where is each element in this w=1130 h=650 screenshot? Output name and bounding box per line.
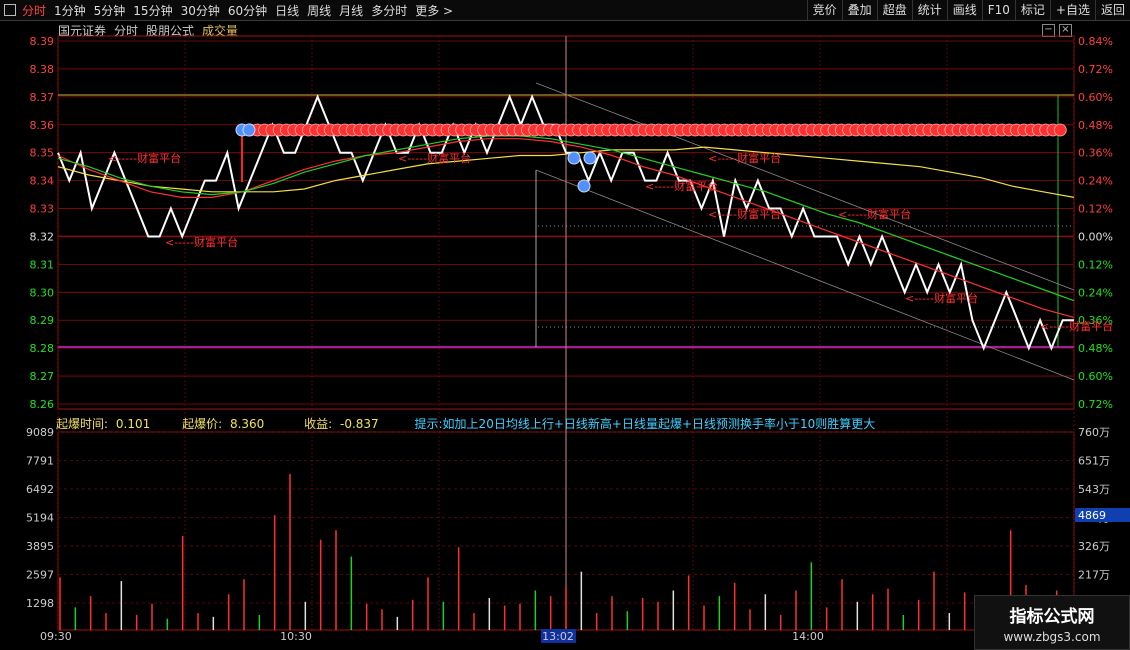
- signal-info-bar: 起爆时间: 0.101 起爆价: 8.360 收益: -0.837 提示:如加上…: [56, 415, 879, 431]
- price-tick-label: 8.31: [30, 258, 55, 271]
- volume-tick-label: 5194: [26, 512, 54, 525]
- price-tick-label: 8.26: [30, 398, 55, 411]
- blue-signal-dot: [242, 123, 256, 137]
- profit-value: -0.837: [340, 417, 379, 431]
- pct-tick-label: 0.36%: [1078, 147, 1113, 160]
- blue-signal-dot: [577, 179, 591, 193]
- platform-annotation: <-----财富平台: [108, 151, 181, 165]
- explode-price-label: 起爆价:: [182, 417, 223, 431]
- price-tick-label: 8.35: [30, 147, 55, 160]
- price-tick-label: 8.33: [30, 203, 55, 216]
- platform-annotation: <-----财富平台: [708, 151, 781, 165]
- profit-label: 收益:: [304, 417, 333, 431]
- price-tick-label: 8.37: [30, 91, 55, 104]
- price-tick-label: 8.39: [30, 35, 55, 48]
- price-tick-label: 8.27: [30, 370, 55, 383]
- blue-signal-dot: [583, 151, 597, 165]
- price-tick-label: 8.36: [30, 119, 55, 132]
- watermark-title: 指标公式网: [1009, 607, 1095, 627]
- price-tick-label: 8.29: [30, 314, 55, 327]
- time-tick-label: 09:30: [40, 630, 72, 643]
- platform-annotation: <-----财富平台: [838, 207, 911, 221]
- chart-canvas[interactable]: 8.39 0.84% 8.38 0.72% 8.37 0.60% 8.36 0.48% 8.35…: [0, 0, 1130, 650]
- signal-bead: [1053, 123, 1067, 137]
- pct-tick-label: 0.12%: [1078, 203, 1113, 216]
- volume-value-tick-label: 651万: [1078, 455, 1110, 468]
- site-watermark: 指标公式网 www.zbgs3.com: [974, 595, 1130, 650]
- blue-signal-dot: [567, 151, 581, 165]
- price-tick-label: 8.28: [30, 342, 55, 355]
- explode-time-label: 起爆时间:: [56, 417, 109, 431]
- volume-value-tick-label: 326万: [1078, 540, 1110, 553]
- pct-tick-label: 0.00%: [1078, 230, 1113, 243]
- pct-tick-label: 0.72%: [1078, 63, 1113, 76]
- platform-annotation: <-----财富平台: [1040, 319, 1113, 333]
- price-tick-label: 8.32: [30, 230, 55, 243]
- volume-tick-label: 2597: [26, 569, 54, 582]
- volume-tick-label: 1298: [26, 597, 54, 610]
- volume-tick-label: 6492: [26, 483, 54, 496]
- platform-annotation: <-----财富平台: [165, 235, 238, 249]
- volume-tick-label: 9089: [26, 426, 54, 439]
- price-tick-label: 8.30: [30, 286, 55, 299]
- pct-tick-label: 0.24%: [1078, 175, 1113, 188]
- watermark-url: www.zbgs3.com: [1003, 630, 1101, 644]
- pct-tick-label: 0.60%: [1078, 370, 1113, 383]
- time-tick-label: 13:02: [542, 630, 574, 643]
- time-tick-label: 14:00: [792, 630, 824, 643]
- pct-tick-label: 0.48%: [1078, 342, 1113, 355]
- volume-tick-label: 3895: [26, 540, 54, 553]
- pct-tick-label: 0.48%: [1078, 119, 1113, 132]
- platform-annotation: <-----财富平台: [905, 291, 978, 305]
- pct-tick-label: 0.72%: [1078, 398, 1113, 411]
- volume-value-tick-label: 217万: [1078, 569, 1110, 582]
- platform-annotation: <-----财富平台: [645, 179, 718, 193]
- channel-upper-line: [535, 82, 1075, 291]
- pct-tick-label: 0.84%: [1078, 35, 1113, 48]
- volume-tick-label: 7791: [26, 455, 54, 468]
- platform-annotation: <-----财富平台: [708, 207, 781, 221]
- pct-tick-label: 0.12%: [1078, 258, 1113, 271]
- explode-price-value: 8.360: [229, 417, 265, 431]
- volume-value-tick-label: 543万: [1078, 483, 1110, 496]
- time-tick-label: 10:30: [280, 630, 312, 643]
- price-tick-label: 8.34: [30, 175, 55, 188]
- platform-annotation: <-----财富平台: [398, 151, 471, 165]
- current-volume-value: 4869: [1078, 509, 1106, 522]
- pct-tick-label: 0.60%: [1078, 91, 1113, 104]
- explode-time-value: 0.101: [115, 417, 151, 431]
- volume-value-tick-label: 760万: [1078, 426, 1110, 439]
- price-tick-label: 8.38: [30, 63, 55, 76]
- pct-tick-label: 0.24%: [1078, 286, 1113, 299]
- hint-text: 提示:如加上20日均线上行+日线新高+日线量起爆+日线预测换手率小于10则胜算更…: [414, 417, 876, 431]
